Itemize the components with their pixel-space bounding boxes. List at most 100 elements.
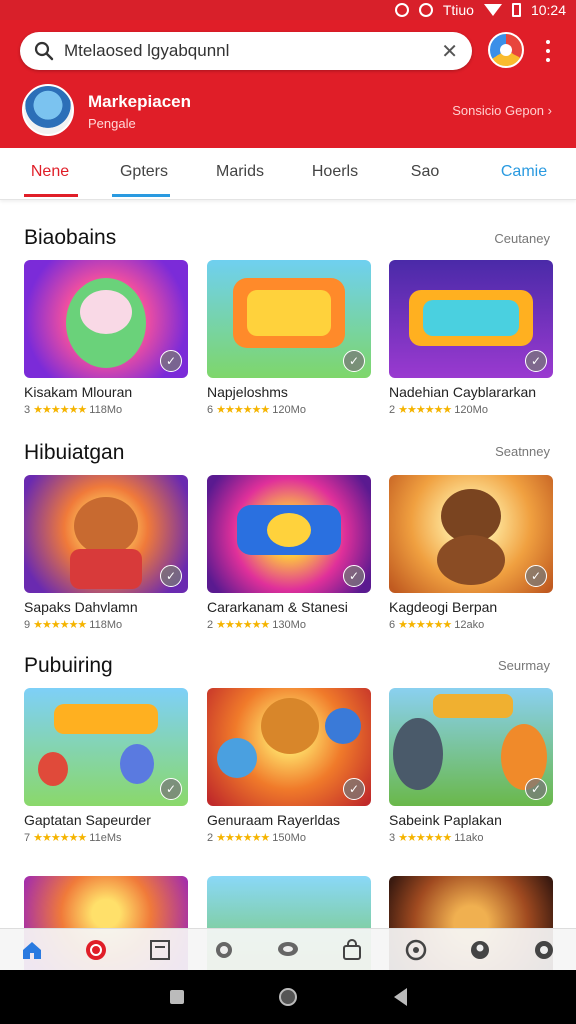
- section-see-more[interactable]: Ceutaney: [494, 231, 550, 246]
- home-icon[interactable]: [19, 937, 45, 963]
- library-icon[interactable]: [403, 937, 429, 963]
- more-options-icon[interactable]: [545, 40, 551, 62]
- app-size: 130Mo: [272, 618, 306, 631]
- app-card[interactable]: ✓ Sabeink Paplakan 3 ★★★★★★ 11ako: [389, 688, 553, 844]
- app-card[interactable]: ✓ Genuraam Rayerldas 2 ★★★★★★ 150Mo: [207, 688, 371, 844]
- app-card[interactable]: ✓ Kisakam Mlouran 3 ★★★★★★ 118Mo: [24, 260, 188, 416]
- app-rating: 2: [389, 403, 396, 416]
- profile-icon[interactable]: [467, 937, 493, 963]
- app-thumbnail: ✓: [207, 475, 371, 593]
- app-thumbnail: ✓: [389, 260, 553, 378]
- star-rating-icon: ★★★★★★: [33, 404, 87, 416]
- app-rating: 6: [389, 618, 396, 631]
- app-size: 12ako: [454, 618, 485, 631]
- app-meta: 7 ★★★★★★ 11eMs: [24, 831, 188, 845]
- app-header: ✕ Markepiacen Pengale Sonsicio Gepon ›: [0, 20, 576, 148]
- star-rating-icon: ★★★★★★: [216, 619, 270, 631]
- tab-nene[interactable]: Nene: [30, 163, 70, 181]
- sync-icon: [418, 3, 433, 17]
- section-title: Biaobains: [24, 226, 117, 249]
- bag-icon[interactable]: [339, 937, 365, 963]
- section-see-more[interactable]: Seatnney: [495, 444, 550, 459]
- header-link[interactable]: Sonsicio Gepon ›: [452, 103, 552, 118]
- section-title: Pubuiring: [24, 654, 113, 677]
- home-button-icon[interactable]: [279, 988, 297, 1006]
- app-card[interactable]: ✓ Kagdeogi Berpan 6 ★★★★★★ 12ako: [389, 475, 553, 631]
- app-size: 150Mo: [272, 831, 306, 844]
- chat-icon[interactable]: [275, 937, 301, 963]
- star-rating-icon: ★★★★★★: [398, 832, 452, 844]
- app-thumbnail: ✓: [389, 688, 553, 806]
- app-title: Sabeink Paplakan: [389, 812, 502, 828]
- store-subtitle: Pengale: [88, 116, 136, 131]
- tab-gpters[interactable]: Gpters: [114, 163, 174, 181]
- recent-apps-icon[interactable]: [170, 990, 184, 1004]
- section-title: Hibuiatgan: [24, 441, 125, 464]
- tab-marids[interactable]: Marids: [210, 163, 270, 181]
- star-rating-icon: ★★★★★★: [33, 619, 87, 631]
- app-title: Genuraam Rayerldas: [207, 812, 341, 828]
- app-title: Kisakam Mlouran: [24, 384, 133, 400]
- app-size: 11ako: [454, 831, 484, 844]
- system-navigation-bar: [0, 970, 576, 1024]
- back-icon[interactable]: [394, 988, 407, 1006]
- check-icon: ✓: [525, 778, 547, 800]
- check-icon: ✓: [343, 350, 365, 372]
- app-card[interactable]: ✓ Gaptatan Sapeurder 7 ★★★★★★ 11eMs: [24, 688, 188, 844]
- star-rating-icon: ★★★★★★: [216, 404, 270, 416]
- notification-icon: [394, 3, 409, 17]
- check-icon: ✓: [160, 778, 182, 800]
- offers-icon[interactable]: [211, 937, 237, 963]
- app-card[interactable]: ✓ Cararkanam & Stanesi 2 ★★★★★★ 130Mo: [207, 475, 371, 631]
- app-title: Kagdeogi Berpan: [389, 599, 498, 615]
- app-title: Cararkanam & Stanesi: [207, 599, 348, 615]
- app-card[interactable]: ✓ Napjeloshms 6 ★★★★★★ 120Mo: [207, 260, 371, 416]
- tab-camie[interactable]: Camie: [494, 163, 554, 181]
- store-name: Markepiacen: [88, 92, 191, 111]
- search-input[interactable]: [64, 41, 436, 61]
- app-thumbnail: ✓: [24, 260, 188, 378]
- tab-sao[interactable]: Sao: [400, 163, 450, 181]
- header-link-label: Sonsicio Gepon: [452, 103, 545, 118]
- star-rating-icon: ★★★★★★: [398, 619, 452, 631]
- app-rating: 6: [207, 403, 214, 416]
- app-card[interactable]: ✓ Sapaks Dahvlamn 9 ★★★★★★ 118Mo: [24, 475, 188, 631]
- app-size: 118Mo: [89, 618, 123, 631]
- settings-icon[interactable]: [531, 937, 557, 963]
- app-thumbnail: ✓: [207, 260, 371, 378]
- app-launcher-icon[interactable]: [488, 32, 524, 68]
- app-meta: 2 ★★★★★★ 130Mo: [207, 618, 371, 632]
- app-rating: 2: [207, 831, 214, 844]
- section-see-more[interactable]: Seurmay: [498, 658, 550, 673]
- star-rating-icon: ★★★★★★: [216, 832, 270, 844]
- app-rating: 2: [207, 618, 214, 631]
- app-meta: 6 ★★★★★★ 120Mo: [207, 403, 371, 417]
- games-icon[interactable]: [83, 937, 109, 963]
- battery-icon: [511, 3, 521, 17]
- check-icon: ✓: [343, 565, 365, 587]
- status-label: Ttiuo: [442, 2, 474, 18]
- app-card[interactable]: ✓ Nadehian Cayblararkan 2 ★★★★★★ 120Mo: [389, 260, 553, 416]
- app-meta: 9 ★★★★★★ 118Mo: [24, 618, 188, 632]
- app-rating: 3: [24, 403, 31, 416]
- app-rating: 9: [24, 618, 31, 631]
- avatar[interactable]: [22, 84, 74, 136]
- status-bar: Ttiuo 10:24: [0, 0, 576, 20]
- search-bar[interactable]: ✕: [20, 32, 472, 70]
- status-time: 10:24: [530, 2, 566, 18]
- apps-icon[interactable]: [147, 937, 173, 963]
- star-rating-icon: ★★★★★★: [33, 832, 87, 844]
- app-title: Napjeloshms: [207, 384, 288, 400]
- search-icon: [34, 41, 54, 61]
- tab-hoerls[interactable]: Hoerls: [304, 163, 366, 181]
- bottom-navigation: [0, 928, 576, 970]
- app-meta: 2 ★★★★★★ 120Mo: [389, 403, 553, 417]
- close-icon[interactable]: ✕: [441, 39, 458, 64]
- app-rating: 7: [24, 831, 31, 844]
- wifi-icon: [483, 4, 502, 16]
- active-tab-indicator: [24, 194, 78, 197]
- app-thumbnail: ✓: [24, 475, 188, 593]
- category-tabs: Nene Gpters Marids Hoerls Sao Camie: [0, 148, 576, 200]
- app-size: 118Mo: [89, 403, 123, 416]
- app-meta: 2 ★★★★★★ 150Mo: [207, 831, 371, 845]
